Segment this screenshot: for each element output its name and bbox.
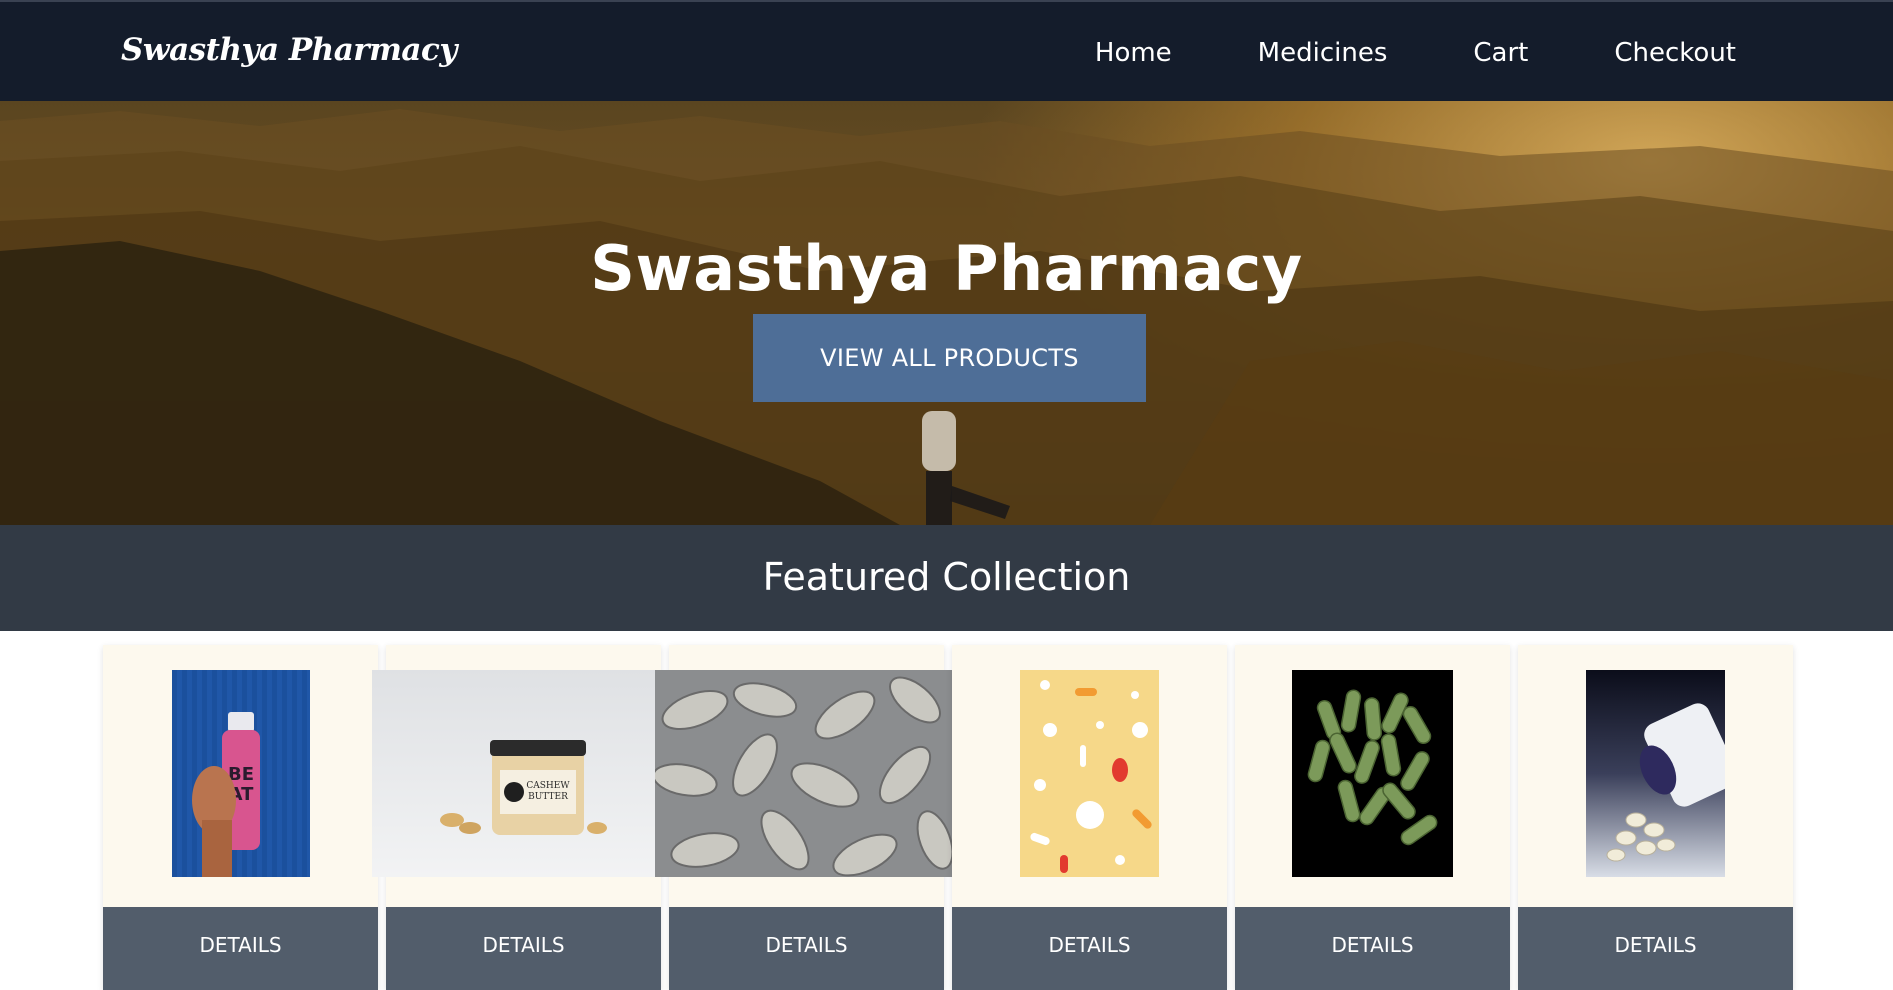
hero-banner: Swasthya Pharmacy VIEW ALL PRODUCTS (0, 101, 1893, 525)
white-tablets-image[interactable] (655, 670, 957, 877)
details-button[interactable]: DETAILS (386, 907, 661, 990)
details-button[interactable]: DETAILS (103, 907, 378, 990)
nav-links: Home Medicines Cart Checkout (1009, 38, 1736, 68)
hero-title: Swasthya Pharmacy (590, 232, 1303, 305)
brand-logo[interactable]: Swasthya Pharmacy (121, 32, 457, 68)
nav-link-home[interactable]: Home (1095, 38, 1172, 68)
details-button[interactable]: DETAILS (1235, 907, 1510, 990)
details-button[interactable]: DETAILS (952, 907, 1227, 990)
nav-link-checkout[interactable]: Checkout (1614, 38, 1736, 68)
product-card-grid: BE AT DETAILS CASHEW BUTTER DETAILS DETA… (103, 645, 1796, 990)
cashew-butter-jar-image[interactable]: CASHEW BUTTER (372, 670, 662, 877)
pill-bottle-image[interactable] (1586, 670, 1725, 877)
colorful-pills-image[interactable] (1020, 670, 1159, 877)
product-card: DETAILS (655, 645, 957, 990)
details-button[interactable]: DETAILS (669, 907, 944, 990)
svg-text:CASHEW: CASHEW (526, 781, 570, 791)
nav-link-medicines[interactable]: Medicines (1258, 38, 1388, 68)
details-button[interactable]: DETAILS (1518, 907, 1793, 990)
product-card: BE AT DETAILS (103, 645, 378, 990)
product-card: CASHEW BUTTER DETAILS (372, 645, 662, 990)
view-all-products-button[interactable]: VIEW ALL PRODUCTS (753, 314, 1146, 402)
product-card: DETAILS (1518, 645, 1793, 990)
protein-drink-bottle-image[interactable]: BE AT (172, 670, 310, 877)
navbar: Swasthya Pharmacy Home Medicines Cart Ch… (0, 0, 1893, 101)
product-card: DETAILS (1235, 645, 1510, 990)
product-card: DETAILS (952, 645, 1227, 990)
featured-collection-title: Featured Collection (762, 555, 1131, 599)
green-capsules-image[interactable] (1292, 670, 1453, 877)
featured-collection-bar: Featured Collection (0, 525, 1893, 631)
nav-link-cart[interactable]: Cart (1473, 38, 1528, 68)
svg-text:BUTTER: BUTTER (528, 792, 568, 802)
hero-background-image (0, 109, 1893, 525)
